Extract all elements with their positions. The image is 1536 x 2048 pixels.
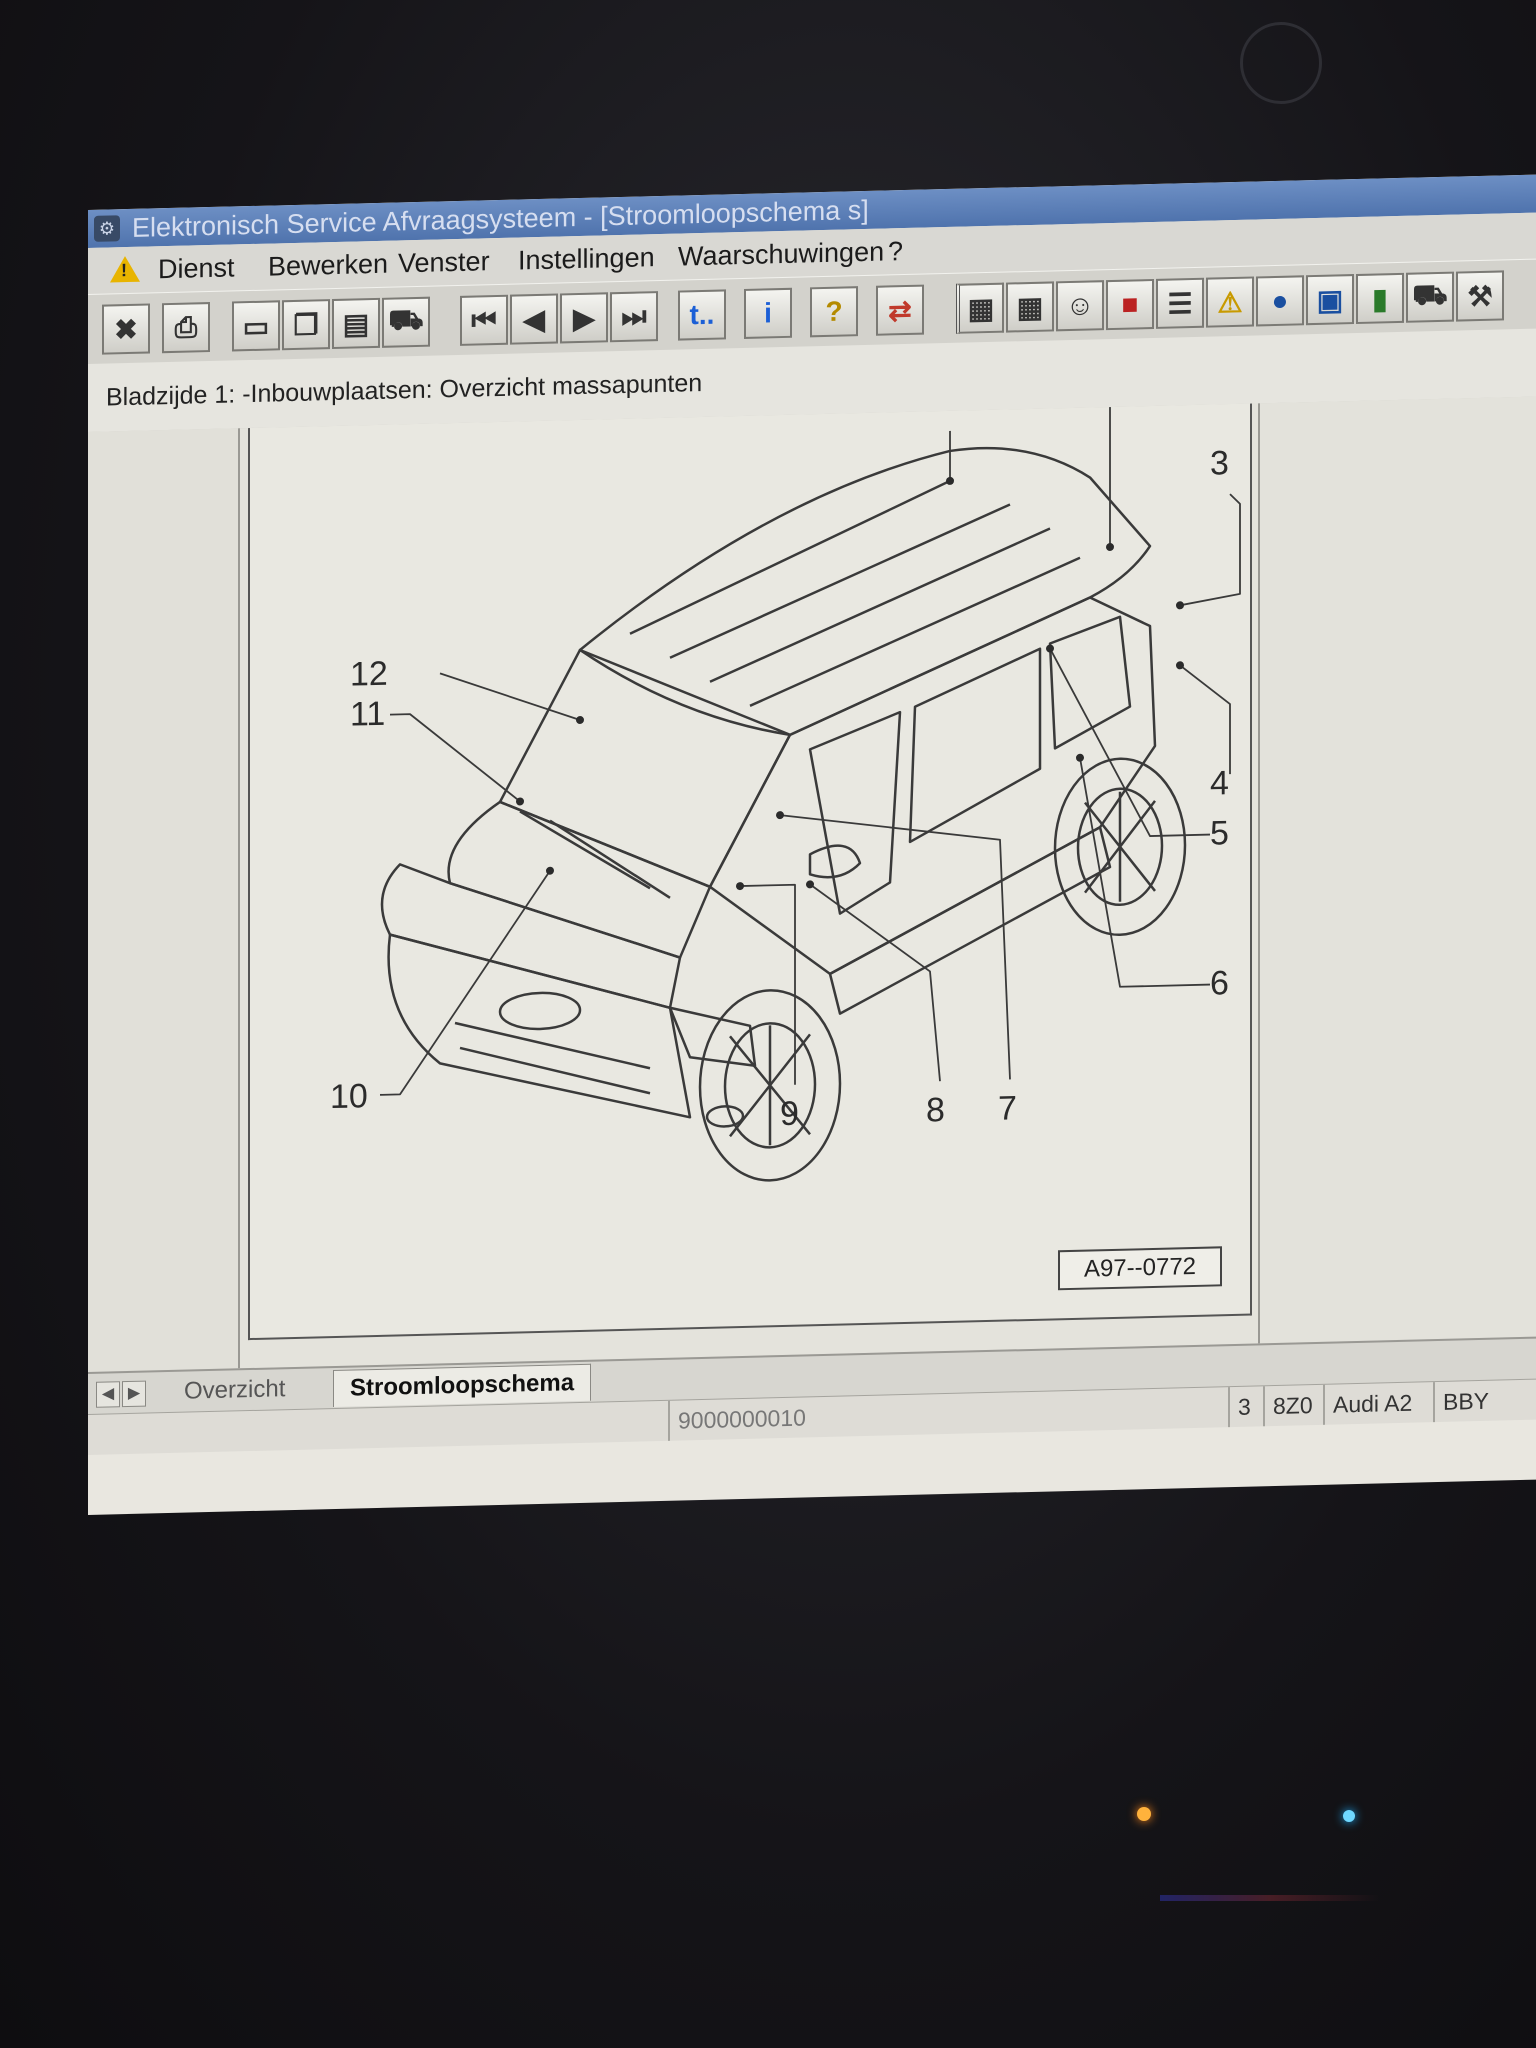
tab-overzicht[interactable]: Overzicht xyxy=(168,1371,301,1410)
previous-page-icon[interactable]: ◀ xyxy=(510,293,558,345)
menu-bewerken[interactable]: Bewerken xyxy=(268,241,388,290)
first-page-icon[interactable]: ⏮ xyxy=(460,294,508,346)
right-margin xyxy=(1258,396,1536,1344)
globe-icon[interactable]: ● xyxy=(1256,275,1304,327)
callout-9: 9 xyxy=(780,1094,799,1134)
status-model-code: 8Z0 xyxy=(1263,1385,1313,1427)
led-reflection xyxy=(1160,1895,1380,1901)
status-engine: BBY xyxy=(1433,1380,1490,1423)
info-icon[interactable]: i xyxy=(744,287,792,339)
callout-7: 7 xyxy=(998,1089,1017,1128)
car-icon[interactable]: ⛟ xyxy=(382,296,430,348)
menu-instellingen[interactable]: Instellingen xyxy=(518,234,655,283)
document-icon[interactable]: ▤ xyxy=(332,297,380,350)
callout-10: 10 xyxy=(330,1077,368,1117)
car-drawing xyxy=(380,407,1241,1182)
callout-8: 8 xyxy=(926,1091,945,1130)
warning-icon[interactable]: ⚠ xyxy=(1206,276,1254,328)
image-reference: A97--0772 xyxy=(1058,1246,1222,1291)
status-page: 3 xyxy=(1228,1386,1251,1428)
callout-12: 12 xyxy=(350,654,388,694)
left-margin xyxy=(88,428,240,1373)
list-icon[interactable]: ☰ xyxy=(1156,277,1204,329)
battery-icon[interactable]: ▮ xyxy=(1356,272,1404,325)
tab-stroomloopschema[interactable]: Stroomloopschema xyxy=(333,1363,592,1408)
menu-waarschuwingen[interactable]: Waarschuwingen xyxy=(678,229,884,280)
tab-scroll-right-icon[interactable]: ▶ xyxy=(122,1380,146,1408)
jump-icon[interactable]: t.. xyxy=(678,289,726,341)
application-window: ⚙ Elektronisch Service Afvraagsysteem - … xyxy=(88,174,1536,1515)
grid-2-icon[interactable]: ▦ xyxy=(1006,281,1054,333)
swap-icon[interactable]: ⇄ xyxy=(876,284,924,336)
callout-5: 5 xyxy=(1210,814,1229,853)
monitor-icon[interactable]: ▣ xyxy=(1306,274,1354,326)
copy-icon[interactable]: ❐ xyxy=(282,299,330,351)
callout-4: 4 xyxy=(1210,764,1229,803)
status-code: 9000000010 xyxy=(668,1397,806,1441)
tool-icon[interactable]: ⚒ xyxy=(1456,270,1504,322)
menu-venster[interactable]: Venster xyxy=(398,238,490,286)
book-icon[interactable]: ■ xyxy=(1106,278,1154,331)
menu-dienst[interactable]: Dienst xyxy=(158,244,235,292)
power-led xyxy=(1137,1807,1151,1821)
document-area: 3 4 5 6 7 8 9 10 11 12 A97--0772 xyxy=(88,396,1536,1373)
vehicle-figure: 3 4 5 6 7 8 9 10 11 12 A97--0772 xyxy=(248,403,1252,1341)
help-icon[interactable]: ? xyxy=(810,286,858,338)
status-model: Audi A2 xyxy=(1323,1382,1413,1425)
exit-icon[interactable]: ✖ xyxy=(102,303,150,355)
tab-scroll-left-icon[interactable]: ◀ xyxy=(96,1381,120,1408)
new-page-icon[interactable]: ▭ xyxy=(232,300,280,352)
car-2-icon[interactable]: ⛟ xyxy=(1406,271,1454,323)
callout-3: 3 xyxy=(1210,444,1229,483)
grid-icon[interactable]: ▦ xyxy=(956,282,1004,334)
app-icon: ⚙ xyxy=(94,215,120,242)
status-led xyxy=(1343,1810,1355,1822)
webcam-ring xyxy=(1240,22,1322,104)
last-page-icon[interactable]: ⏭ xyxy=(610,291,658,343)
callout-6: 6 xyxy=(1210,964,1229,1003)
menu-help[interactable]: ? xyxy=(888,228,903,274)
print-icon[interactable]: ⎙ xyxy=(162,302,210,354)
warning-icon xyxy=(110,255,140,283)
next-page-icon[interactable]: ▶ xyxy=(560,292,608,344)
person-icon[interactable]: ☺ xyxy=(1056,280,1104,332)
callout-11: 11 xyxy=(350,694,386,734)
